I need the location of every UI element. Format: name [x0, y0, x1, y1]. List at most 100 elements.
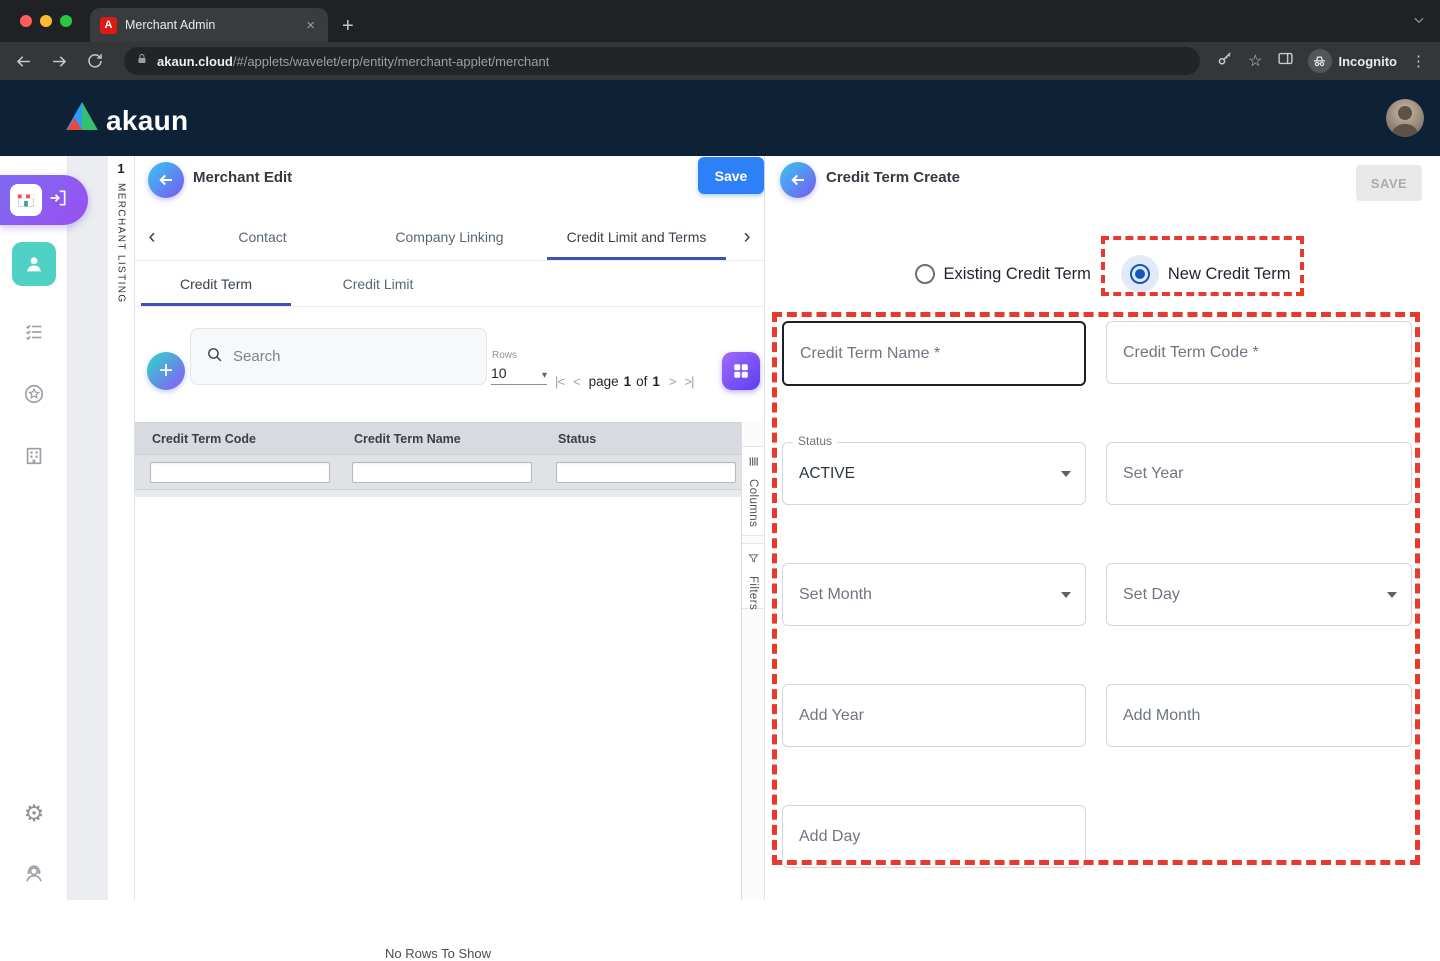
add-year-input[interactable]: Add Year [782, 684, 1086, 747]
grid-tool-strip: Columns Filters [741, 422, 764, 900]
radio-off-icon [915, 264, 935, 284]
set-month-select[interactable]: Set Month [782, 563, 1086, 626]
rows-value: 10 [491, 365, 507, 381]
back-icon[interactable] [10, 48, 36, 74]
incognito-icon [1308, 49, 1332, 73]
akaun-logo[interactable]: akaun [66, 102, 188, 135]
sidebar-item-organization[interactable] [22, 444, 46, 468]
columns-tab-label: Columns [747, 479, 759, 527]
table-header-row: Credit Term Code Credit Term Name Status [135, 422, 741, 455]
passwords-key-icon[interactable] [1216, 50, 1234, 73]
tab-bar: ‹ Contact Company Linking Credit Limit a… [135, 213, 764, 261]
prev-page-icon[interactable]: < [573, 374, 580, 389]
add-month-input[interactable]: Add Month [1106, 684, 1412, 747]
status-select[interactable]: Status ACTIVE [782, 442, 1086, 505]
support-headset-icon[interactable] [22, 862, 46, 886]
incognito-indicator: Incognito [1308, 49, 1398, 73]
side-panel-icon[interactable] [1277, 50, 1294, 72]
back-button-create[interactable] [780, 162, 816, 198]
credit-term-name-input[interactable]: Credit Term Name * [782, 321, 1086, 386]
collapsed-panel-tab[interactable]: 1 MERCHANT LISTING [108, 156, 135, 900]
tabs-scroll-left-icon[interactable]: ‹ [135, 213, 169, 260]
browser-menu-icon[interactable]: ⋮ [1411, 52, 1426, 70]
left-sidebar: ⚙ [0, 156, 68, 900]
subtab-credit-term[interactable]: Credit Term [135, 261, 297, 306]
akaun-triangle-icon [66, 102, 98, 135]
storefront-icon [10, 184, 42, 216]
dropdown-caret-icon [1061, 471, 1071, 477]
radio-on-icon [1121, 255, 1159, 293]
back-button[interactable] [148, 162, 184, 198]
subtab-credit-limit[interactable]: Credit Limit [297, 261, 459, 306]
sidebar-gutter [68, 156, 108, 900]
add-row-button[interactable]: + [147, 352, 185, 390]
new-tab-button[interactable]: + [342, 16, 354, 36]
enter-applet-icon [48, 188, 68, 213]
toolbar-right-icons: ☆ Incognito ⋮ [1216, 49, 1430, 73]
reload-icon[interactable] [82, 48, 108, 74]
forward-icon[interactable] [46, 48, 72, 74]
sidebar-item-profile[interactable] [12, 242, 56, 286]
next-page-icon[interactable]: > [669, 374, 676, 389]
save-button-disabled[interactable]: SAVE [1356, 165, 1422, 201]
sidebar-item-merchant-applet[interactable] [0, 175, 88, 225]
table-divider [135, 490, 741, 497]
filter-status-input[interactable] [556, 462, 736, 483]
browser-tabstrip: A Merchant Admin × + [0, 0, 1440, 42]
close-tab-icon[interactable]: × [303, 17, 318, 34]
dropdown-caret-icon [1387, 592, 1397, 598]
credit-term-create-panel: Credit Term Create SAVE Existing Credit … [765, 156, 1440, 900]
dropdown-caret-icon [1061, 592, 1071, 598]
last-page-icon[interactable]: >| [685, 374, 694, 389]
credit-term-code-input[interactable]: Credit Term Code * [1106, 321, 1412, 384]
rows-per-page-select[interactable]: 10 ▾ [491, 365, 547, 385]
set-day-select[interactable]: Set Day [1106, 563, 1412, 626]
radio-new-credit-term[interactable]: New Credit Term [1121, 255, 1291, 293]
tab-search-chevron-icon[interactable] [1412, 13, 1426, 32]
browser-tab[interactable]: A Merchant Admin × [90, 8, 328, 42]
tab-company-linking[interactable]: Company Linking [356, 213, 543, 260]
tab-contact[interactable]: Contact [169, 213, 356, 260]
tabs-scroll-right-icon[interactable]: › [730, 213, 764, 260]
bookmark-star-icon[interactable]: ☆ [1248, 51, 1262, 71]
tab-credit-limit-and-terms[interactable]: Credit Limit and Terms [543, 213, 730, 260]
app-header: akaun [0, 80, 1440, 156]
empty-table-message: No Rows To Show [135, 946, 741, 961]
pagination: |< < page 1 of 1 > >| [555, 370, 693, 392]
subtab-bar: Credit Term Credit Limit [135, 261, 764, 307]
grid-view-button[interactable] [722, 352, 760, 390]
filters-tab-label: Filters [747, 576, 759, 610]
filter-credit-term-name-input[interactable] [352, 462, 532, 483]
panel-label: MERCHANT LISTING [116, 183, 127, 304]
settings-gear-icon[interactable]: ⚙ [22, 801, 46, 825]
save-button[interactable]: Save [698, 157, 764, 194]
sidebar-item-favorites[interactable] [22, 382, 46, 406]
lock-icon [136, 52, 148, 71]
columns-tool-tab[interactable]: Columns [742, 446, 764, 536]
filter-funnel-icon [748, 551, 759, 569]
filter-credit-term-code-input[interactable] [150, 462, 330, 483]
fullscreen-window-button[interactable] [60, 15, 72, 27]
search-input[interactable]: Search [190, 328, 487, 385]
close-window-button[interactable] [20, 15, 32, 27]
set-year-input[interactable]: Set Year [1106, 442, 1412, 505]
filters-tool-tab[interactable]: Filters [742, 543, 764, 609]
radio-existing-credit-term[interactable]: Existing Credit Term [915, 264, 1091, 284]
user-avatar[interactable] [1386, 99, 1424, 137]
incognito-label: Incognito [1339, 54, 1398, 69]
minimize-window-button[interactable] [40, 15, 52, 27]
search-icon [206, 346, 223, 368]
first-page-icon[interactable]: |< [555, 374, 564, 389]
create-page-title: Credit Term Create [826, 169, 960, 186]
panel-index: 1 [117, 161, 124, 176]
url-bar[interactable]: akaun.cloud/#/applets/wavelet/erp/entity… [124, 47, 1200, 75]
add-day-input[interactable]: Add Day [782, 805, 1086, 868]
sidebar-item-listing[interactable] [22, 320, 46, 344]
column-header-credit-term-name[interactable]: Credit Term Name [337, 432, 541, 446]
table-filter-row [135, 455, 741, 490]
column-header-status[interactable]: Status [541, 432, 741, 446]
dropdown-caret-icon: ▾ [542, 370, 547, 381]
merchant-edit-panel: Merchant Edit Save ‹ Contact Company Lin… [135, 156, 765, 900]
column-header-credit-term-code[interactable]: Credit Term Code [135, 432, 337, 446]
credit-term-table: Credit Term Code Credit Term Name Status… [135, 422, 741, 900]
